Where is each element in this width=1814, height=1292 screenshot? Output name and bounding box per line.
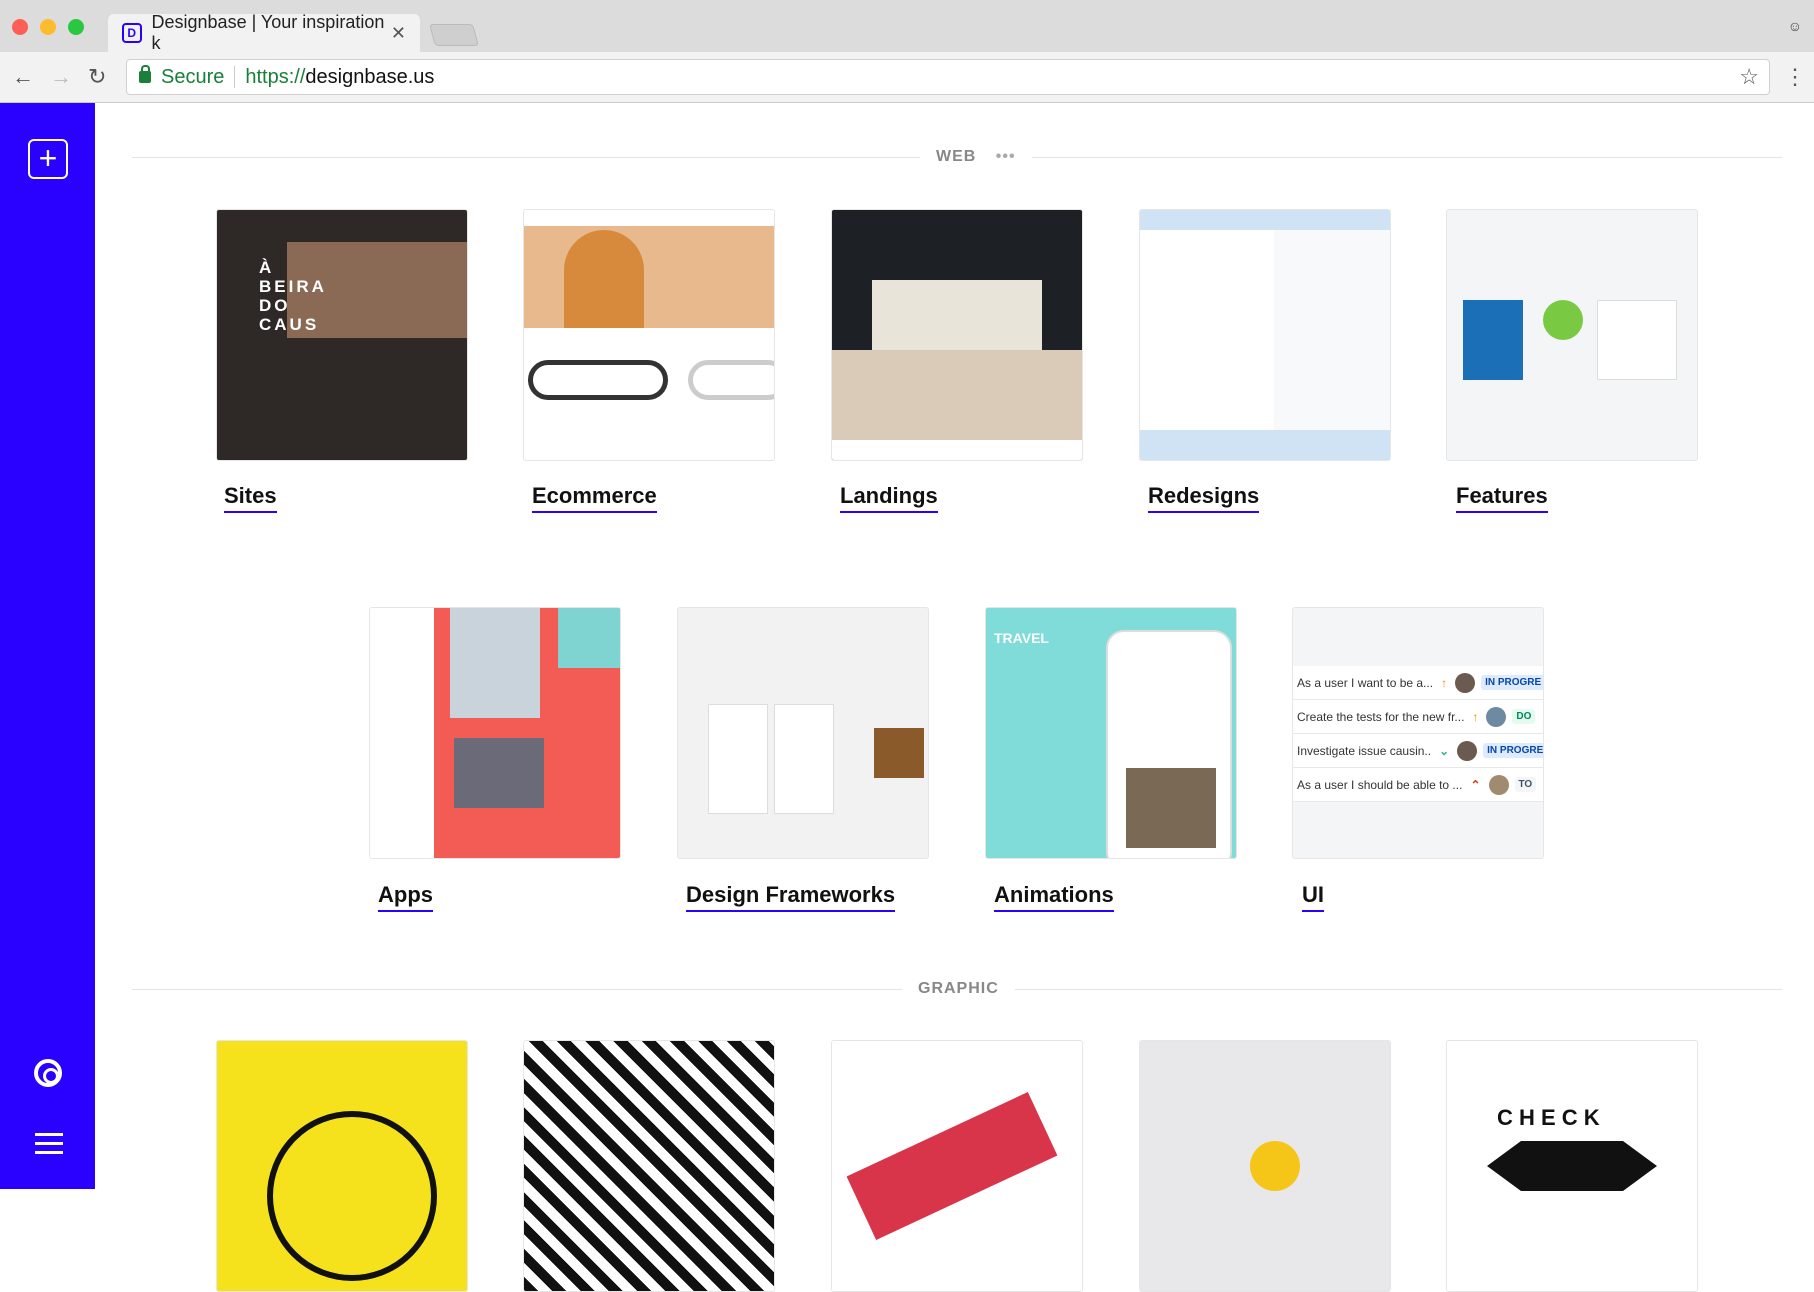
ui-preview-row: Create the tests for the new fr... ↑ DO <box>1293 700 1543 734</box>
section-title-web: WEB ••• <box>920 148 1032 166</box>
category-label-sites[interactable]: Sites <box>224 483 277 513</box>
card-apps[interactable] <box>369 607 621 859</box>
category-label-redesigns[interactable]: Redesigns <box>1148 483 1260 513</box>
browser-tab[interactable]: D Designbase | Your inspiration k ✕ <box>108 12 420 53</box>
check-logo-text: C H E C K <box>1497 1105 1600 1130</box>
chrome-extension-icon[interactable] <box>34 1059 62 1087</box>
secure-label: Secure <box>161 65 225 88</box>
card-landings[interactable] <box>831 209 1083 461</box>
address-bar[interactable]: Secure https:// designbase.us ☆ <box>126 59 1770 95</box>
section-title-graphic: GRAPHIC <box>902 980 1015 998</box>
category-label-features[interactable]: Features <box>1456 483 1548 513</box>
favicon-icon: D <box>122 23 142 43</box>
category-label-design-frameworks[interactable]: Design Frameworks <box>686 882 896 912</box>
menu-dots-icon[interactable]: ⋮ <box>1784 64 1806 90</box>
card-graphic-4[interactable] <box>1139 1040 1391 1292</box>
card-redesigns[interactable] <box>1139 209 1391 461</box>
close-tab-icon[interactable]: ✕ <box>391 23 406 44</box>
card-graphic-3[interactable] <box>831 1040 1083 1292</box>
maximize-window-button[interactable] <box>68 19 84 35</box>
back-icon[interactable]: ← <box>12 64 34 90</box>
card-animations[interactable]: TRAVEL <box>985 607 1237 859</box>
forward-icon[interactable]: → <box>50 64 72 90</box>
ui-preview-row: Investigate issue causin.. ⌄ IN PROGRE <box>1293 734 1543 768</box>
minimize-window-button[interactable] <box>40 19 56 35</box>
sidebar: + <box>0 103 95 1189</box>
ui-preview-list: As a user I want to be a... ↑ IN PROGRE Cr… <box>1293 666 1543 802</box>
hamburger-menu-icon[interactable] <box>35 1133 63 1160</box>
card-graphic-2[interactable] <box>523 1040 775 1292</box>
card-graphic-1[interactable] <box>216 1040 468 1292</box>
bookmark-star-icon[interactable]: ☆ <box>1739 64 1759 90</box>
card-ui[interactable]: As a user I want to be a... ↑ IN PROGRE Cr… <box>1292 607 1544 859</box>
add-button[interactable]: + <box>28 139 68 179</box>
more-icon[interactable]: ••• <box>996 148 1016 165</box>
card-design-frameworks[interactable] <box>677 607 929 859</box>
lock-icon <box>139 65 151 83</box>
url-host: designbase.us <box>305 65 435 88</box>
card-sites[interactable]: À BEIRA DO CAUS <box>216 209 468 461</box>
ui-preview-row: As a user I should be able to ... ⌃ TO <box>1293 768 1543 802</box>
ui-preview-row: As a user I want to be a... ↑ IN PROGRE <box>1293 666 1543 700</box>
category-label-landings[interactable]: Landings <box>840 483 938 513</box>
profile-icon[interactable]: ☺ <box>1788 18 1802 34</box>
close-window-button[interactable] <box>12 19 28 35</box>
tab-bar: D Designbase | Your inspiration k ✕ ☺ <box>0 0 1814 53</box>
category-label-ui[interactable]: UI <box>1302 882 1324 912</box>
reload-icon[interactable]: ↻ <box>88 64 106 90</box>
url-scheme: https:// <box>245 65 306 88</box>
card-graphic-5[interactable]: C H E C K <box>1446 1040 1698 1292</box>
category-label-animations[interactable]: Animations <box>994 882 1114 912</box>
new-tab-button[interactable] <box>429 24 479 46</box>
category-label-apps[interactable]: Apps <box>378 882 433 912</box>
category-label-ecommerce[interactable]: Ecommerce <box>532 483 657 513</box>
tab-title: Designbase | Your inspiration k <box>151 12 385 53</box>
browser-toolbar: ← → ↻ Secure https:// designbase.us ☆ ⋮ <box>0 52 1814 103</box>
card-features[interactable] <box>1446 209 1698 461</box>
card-ecommerce[interactable] <box>523 209 775 461</box>
